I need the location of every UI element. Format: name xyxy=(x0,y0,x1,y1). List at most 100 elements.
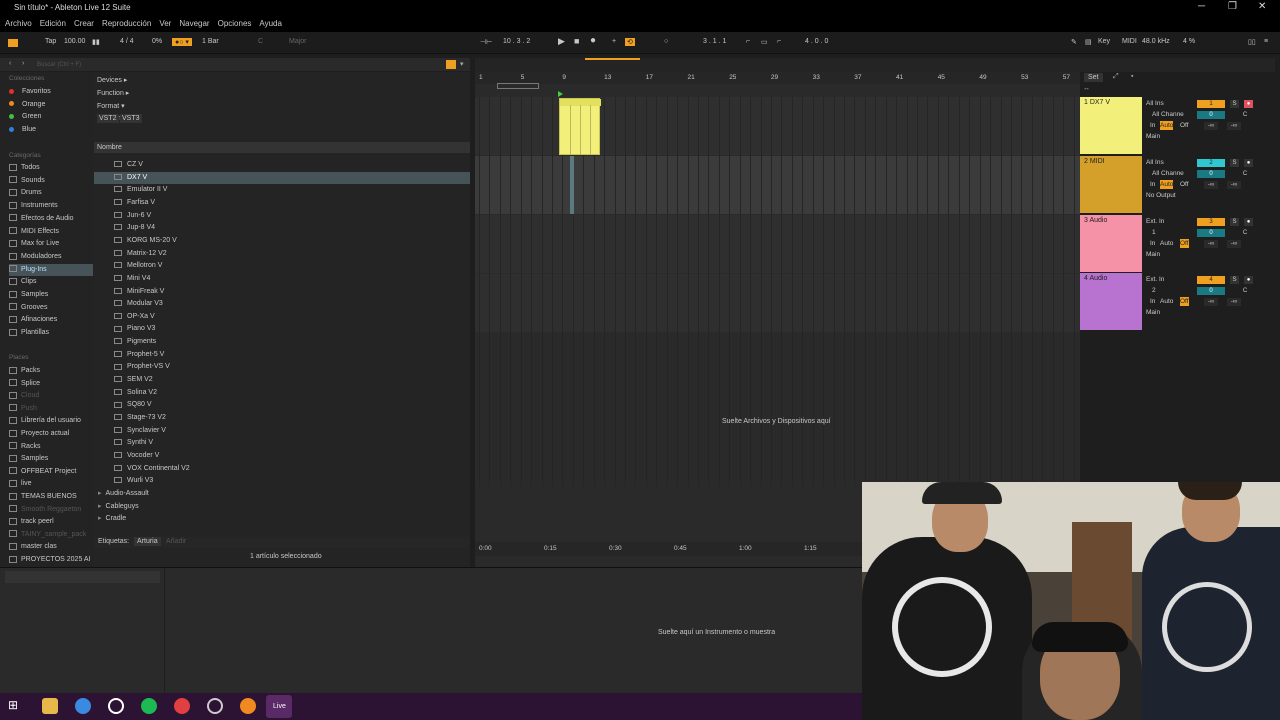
monitor-auto-button[interactable]: Auto xyxy=(1160,239,1173,248)
send-b-field[interactable]: -∞ xyxy=(1227,239,1241,248)
key-map-button[interactable]: Key xyxy=(1098,38,1110,45)
play-button[interactable]: ▶ xyxy=(558,36,565,47)
place-racks[interactable]: Racks xyxy=(9,441,93,453)
chrome-icon[interactable] xyxy=(174,698,190,714)
windows-start-icon[interactable]: ⊞ xyxy=(8,698,24,714)
plugin-item[interactable]: Piano V3 xyxy=(94,323,470,335)
place-smooth-reggaeton[interactable]: Smooth Reggaeton xyxy=(9,504,93,516)
solo-button[interactable]: S xyxy=(1230,158,1239,167)
loop-switch-icon[interactable]: ▭ xyxy=(761,38,768,46)
solo-button[interactable]: S xyxy=(1230,217,1239,226)
volume-field[interactable]: 0 xyxy=(1197,228,1225,237)
overdub-button[interactable]: + xyxy=(612,38,616,45)
collection-blue[interactable]: Blue xyxy=(9,124,93,136)
category-midi-effects[interactable]: MIDI Effects xyxy=(9,226,93,238)
plugin-item[interactable]: Prophet-5 V xyxy=(94,349,470,361)
file-explorer-icon[interactable] xyxy=(42,698,58,714)
track-header[interactable]: 1 DX7 V All Ins All Channe In Auto Off Main 1 S ●… xyxy=(1080,97,1280,155)
maximize-button[interactable]: ❐ xyxy=(1228,1,1237,12)
plugin-item[interactable]: Stage-73 V2 xyxy=(94,412,470,424)
input-channel-dropdown[interactable]: 1 xyxy=(1152,228,1156,237)
place-offbeat-project[interactable]: OFFBEAT Project xyxy=(9,466,93,478)
arm-button[interactable]: ● xyxy=(1244,276,1253,285)
place-tainy-sample-pack[interactable]: TAINY_sample_pack xyxy=(9,529,93,541)
format-vst3-chip[interactable]: VST3 xyxy=(120,114,142,123)
loop-length-field[interactable]: 4 . 0 . 0 xyxy=(805,38,828,45)
folder-cradle[interactable]: ▸ Cradle xyxy=(98,513,126,525)
send-b-field[interactable]: -∞ xyxy=(1227,180,1241,189)
category-efectos-de-audio[interactable]: Efectos de Audio xyxy=(9,213,93,225)
track-header[interactable]: 3 Audio Ext. In 1 In Auto Off Main 3 S ● 0 C -∞ -∞ xyxy=(1080,214,1280,273)
filter-function[interactable]: Function ▸ xyxy=(97,89,129,97)
menu-edici-n[interactable]: Edición xyxy=(36,16,70,32)
keyboard-icon[interactable]: ▤ xyxy=(1085,38,1092,46)
menu-navegar[interactable]: Navegar xyxy=(175,16,213,32)
fl-studio-icon[interactable] xyxy=(240,698,256,714)
category-plantillas[interactable]: Plantillas xyxy=(9,327,93,339)
menu-ver[interactable]: Ver xyxy=(155,16,175,32)
follow-toggle[interactable]: ●○ ▾ xyxy=(172,38,192,46)
arm-button[interactable]: ● xyxy=(1244,100,1253,108)
menu-crear[interactable]: Crear xyxy=(70,16,98,32)
input-type-dropdown[interactable]: All Ins xyxy=(1146,158,1164,167)
tag-arturia[interactable]: Arturia xyxy=(134,537,161,546)
category-max-for-live[interactable]: Max for Live xyxy=(9,238,93,250)
place-temas-buenos[interactable]: TEMAS BUENOS xyxy=(9,491,93,503)
overview-bar[interactable] xyxy=(475,58,1275,72)
track-title-bar[interactable]: 3 Audio xyxy=(1080,214,1142,272)
pan-field[interactable]: C xyxy=(1240,287,1250,295)
category-sounds[interactable]: Sounds xyxy=(9,175,93,187)
place-cloud[interactable]: Cloud xyxy=(9,390,93,402)
minimize-button[interactable]: ─ xyxy=(1198,1,1205,12)
monitor-in-button[interactable]: In xyxy=(1150,180,1155,189)
send-a-field[interactable]: -∞ xyxy=(1204,180,1218,189)
place-packs[interactable]: Packs xyxy=(9,365,93,377)
unity-icon[interactable] xyxy=(108,698,124,714)
plugin-item[interactable]: Synclavier V xyxy=(94,425,470,437)
input-channel-dropdown[interactable]: 2 xyxy=(1152,286,1156,295)
category-clips[interactable]: Clips xyxy=(9,276,93,288)
draw-mode-icon[interactable]: ✎ xyxy=(1071,38,1077,46)
tap-button[interactable]: Tap xyxy=(45,38,56,45)
place-splice[interactable]: Splice xyxy=(9,378,93,390)
plugin-item[interactable]: Jup-8 V4 xyxy=(94,222,470,234)
back-icon[interactable]: ‹ xyxy=(9,60,11,67)
plugin-item[interactable]: VOX Continental V2 xyxy=(94,463,470,475)
volume-field[interactable]: 0 xyxy=(1197,111,1225,119)
collection-favoritos[interactable]: Favoritos xyxy=(9,86,93,98)
loop-region-marker[interactable] xyxy=(497,83,539,89)
plugin-item[interactable]: MiniFreak V xyxy=(94,286,470,298)
input-type-dropdown[interactable]: Ext. In xyxy=(1146,217,1164,226)
folder-cableguys[interactable]: ▸ Cableguys xyxy=(98,501,139,513)
input-channel-dropdown[interactable]: All Channe xyxy=(1152,169,1184,178)
arrangement-position-icon[interactable]: ⊣⊢ xyxy=(480,38,492,46)
plugin-item[interactable]: Wurli V3 xyxy=(94,475,470,487)
input-channel-dropdown[interactable]: All Channe xyxy=(1152,110,1184,119)
solo-button[interactable]: S xyxy=(1230,276,1239,285)
monitor-off-button[interactable]: Off xyxy=(1180,297,1189,307)
input-type-dropdown[interactable]: Ext. In xyxy=(1146,275,1164,284)
plugin-item[interactable]: DX7 V xyxy=(94,171,470,184)
track-title-bar[interactable]: 4 Audio xyxy=(1080,273,1142,331)
plugin-item[interactable]: OP-Xa V xyxy=(94,311,470,323)
monitor-in-button[interactable]: In xyxy=(1150,297,1155,306)
menu-opciones[interactable]: Opciones xyxy=(214,16,256,32)
time-signature-field[interactable]: 4 / 4 xyxy=(120,38,134,45)
lock-icon[interactable]: ▪ xyxy=(1131,73,1133,80)
plugin-item[interactable]: Farfisa V xyxy=(94,197,470,209)
plugin-item[interactable]: CZ V xyxy=(94,159,470,171)
place-live[interactable]: live xyxy=(9,478,93,490)
category-grooves[interactable]: Grooves xyxy=(9,302,93,314)
monitor-in-button[interactable]: In xyxy=(1150,239,1155,248)
scale-dropdown[interactable]: Major xyxy=(289,38,307,45)
filter-format[interactable]: Format ▾ xyxy=(97,102,125,110)
set-button[interactable]: Set xyxy=(1084,73,1103,82)
folder-audio-assault[interactable]: ▸ Audio-Assault xyxy=(98,488,149,500)
copilot-icon[interactable] xyxy=(75,698,91,714)
send-a-field[interactable]: -∞ xyxy=(1204,239,1218,248)
forward-icon[interactable]: › xyxy=(22,60,24,67)
browser-toggle-icon[interactable] xyxy=(8,39,18,47)
place-librer-a-del-usuario[interactable]: Librería del usuario xyxy=(9,415,93,427)
midi-map-button[interactable]: MIDI xyxy=(1122,38,1137,45)
category-drums[interactable]: Drums xyxy=(9,187,93,199)
